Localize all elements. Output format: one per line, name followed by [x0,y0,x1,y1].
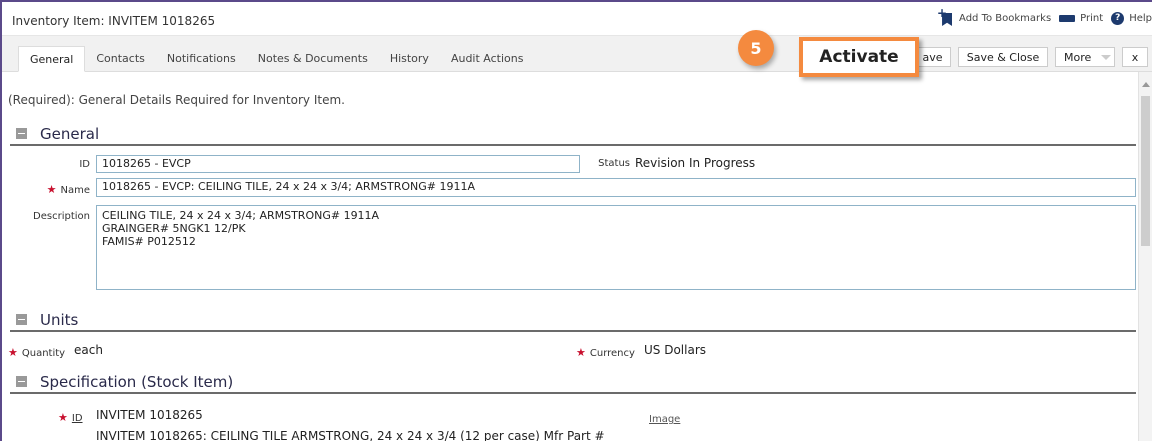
tab-contacts[interactable]: Contacts [85,46,156,72]
save-close-button[interactable]: Save & Close [958,47,1048,67]
section-general: General [10,124,1136,146]
window-title: Inventory Item: INVITEM 1018265 [12,14,216,28]
description-line: FAMIS# P012512 [102,235,196,248]
currency-label: ★ Currency [576,346,635,359]
top-actions: + Add To Bookmarks Print ? Help [937,6,1152,26]
currency-value: US Dollars [644,343,707,357]
image-link[interactable]: Image [649,414,680,425]
print-button[interactable]: Print [1059,11,1103,25]
description-field[interactable]: CEILING TILE, 24 x 24 x 3/4; ARMSTRONG# … [96,205,1136,290]
required-icon: ★ [58,411,68,424]
collapse-icon[interactable] [16,314,27,325]
required-icon: ★ [8,346,18,359]
collapse-icon[interactable] [16,376,27,387]
section-general-title: General [40,125,100,143]
print-label: Print [1080,12,1104,24]
printer-icon [1059,11,1076,25]
bookmark-icon: + [937,6,954,26]
help-icon: ? [1111,11,1125,25]
close-button[interactable]: x [1122,47,1148,67]
id-field[interactable]: 1018265 - EVCP [96,155,580,173]
tab-audit-actions[interactable]: Audit Actions [440,46,535,72]
id-label: ID [79,159,90,170]
step-number-badge: 5 [738,30,774,66]
more-label: More [1064,50,1092,64]
description-line: CEILING TILE, 24 x 24 x 3/4; ARMSTRONG# … [102,209,380,222]
add-to-bookmarks-button[interactable]: + Add To Bookmarks [937,6,1052,26]
title-bar: Inventory Item: INVITEM 1018265 + Add To… [2,2,1152,36]
name-label: ★ Name [46,183,90,196]
activate-button[interactable]: Activate [799,37,919,77]
tab-history[interactable]: History [379,46,440,72]
section-specification-title: Specification (Stock Item) [40,373,234,391]
more-button[interactable]: More [1055,47,1115,67]
description-label: Description [33,211,90,222]
tab-list: General Contacts Notifications Notes & D… [18,46,534,72]
status-label: Status [598,158,630,169]
required-icon: ★ [46,183,57,196]
add-to-bookmarks-label: Add To Bookmarks [959,12,1052,24]
section-specification: Specification (Stock Item) [10,372,1136,394]
scrollbar-thumb[interactable] [1141,96,1150,246]
save-button[interactable]: ave [915,47,951,67]
spec-id-label: ★ ID [58,411,83,424]
spec-description-value: INVITEM 1018265: CEILING TILE ARMSTRONG,… [96,429,605,441]
name-field[interactable]: 1018265 - EVCP: CEILING TILE, 24 x 24 x … [96,178,1136,197]
help-button[interactable]: ? Help [1111,11,1152,25]
quantity-label: ★ Quantity [8,346,66,359]
collapse-icon[interactable] [16,128,27,139]
vertical-scrollbar[interactable] [1138,72,1152,441]
chevron-down-icon [1101,54,1112,60]
tab-general[interactable]: General [18,46,86,72]
scroll-up-icon[interactable] [1142,82,1150,87]
tab-notifications[interactable]: Notifications [156,46,247,72]
quantity-value: each [74,343,103,357]
status-value: Revision In Progress [635,156,756,170]
section-units: Units [10,310,1136,332]
required-note: (Required): General Details Required for… [8,93,345,107]
required-icon: ★ [576,346,586,359]
help-label: Help [1129,12,1152,24]
spec-id-value: INVITEM 1018265 [96,408,203,422]
section-units-title: Units [40,311,79,329]
description-line: GRAINGER# 5NGK1 12/PK [102,222,246,235]
tab-notes-documents[interactable]: Notes & Documents [247,46,379,72]
